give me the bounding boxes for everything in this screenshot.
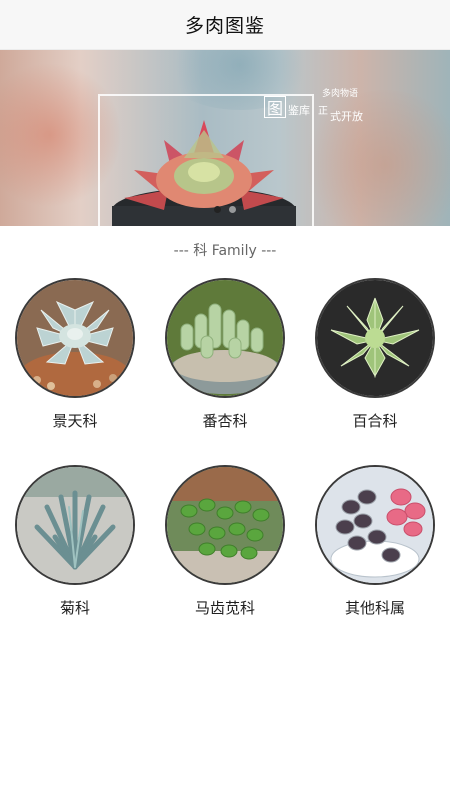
banner-logo-char: 图 bbox=[264, 96, 286, 118]
senecio-photo bbox=[15, 465, 135, 585]
family-card-asteraceae[interactable]: 菊科 bbox=[0, 465, 150, 618]
carousel-dot[interactable] bbox=[229, 206, 236, 213]
family-label: 番杏科 bbox=[202, 412, 248, 430]
haworthia-photo bbox=[315, 278, 435, 398]
echeveria-photo bbox=[15, 278, 135, 398]
carousel-dot-active[interactable] bbox=[214, 206, 221, 213]
family-label: 其他科属 bbox=[344, 599, 405, 617]
family-card-aizoaceae[interactable]: 番杏科 bbox=[150, 278, 300, 431]
family-label: 百合科 bbox=[352, 412, 398, 430]
app-header: 多肉图鉴 bbox=[0, 0, 450, 50]
peperomia-photo bbox=[315, 465, 435, 585]
carousel-indicator bbox=[0, 206, 450, 213]
portulaca-photo bbox=[165, 465, 285, 585]
section-title: --- 科 Family --- bbox=[173, 243, 277, 259]
banner-caption: 式开放 bbox=[330, 110, 363, 123]
page-title: 多肉图鉴 bbox=[184, 15, 265, 37]
family-card-others[interactable]: 其他科属 bbox=[300, 465, 450, 618]
family-label: 马齿苋科 bbox=[194, 599, 255, 617]
conophytum-photo bbox=[165, 278, 285, 398]
banner-caption: 正 bbox=[318, 106, 328, 117]
banner-caption: 多肉物语 bbox=[322, 89, 359, 99]
family-label: 菊科 bbox=[59, 599, 90, 617]
banner-caption: 鉴库 bbox=[288, 104, 310, 117]
banner-carousel[interactable]: 多肉物语 图 鉴库 正 式开放 bbox=[0, 50, 450, 226]
family-grid: 景天科 番杏科 百合科 菊科 马齿苋科 其他科属 bbox=[0, 278, 450, 618]
family-card-crassulaceae[interactable]: 景天科 bbox=[0, 278, 150, 431]
family-card-liliaceae[interactable]: 百合科 bbox=[300, 278, 450, 431]
family-card-portulacaceae[interactable]: 马齿苋科 bbox=[150, 465, 300, 618]
family-label: 景天科 bbox=[52, 412, 98, 430]
